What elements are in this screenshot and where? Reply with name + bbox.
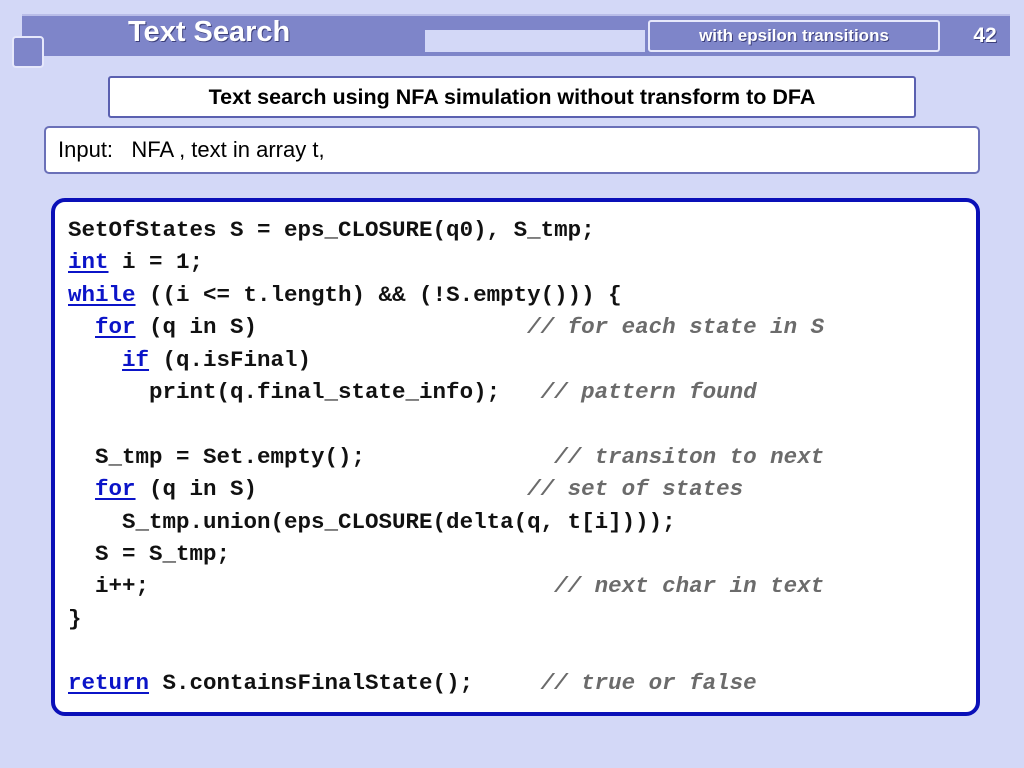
code-line: i++; // next char in text bbox=[68, 570, 824, 602]
code-text: ((i <= t.length) && (!S.empty())) { bbox=[135, 281, 622, 308]
page-number: 42 bbox=[973, 24, 997, 47]
code-keyword: while bbox=[68, 281, 136, 308]
slide-subtitle: with epsilon transitions bbox=[648, 20, 940, 52]
code-comment: // true or false bbox=[540, 670, 757, 697]
code-line: while ((i <= t.length) && (!S.empty())) … bbox=[68, 279, 824, 311]
code-comment: // set of states bbox=[527, 476, 744, 503]
code-line: SetOfStates S = eps_CLOSURE(q0), S_tmp; bbox=[68, 214, 824, 246]
code-line: S_tmp = Set.empty(); // transiton to nex… bbox=[68, 441, 824, 473]
input-description: Input: NFA , text in array t, bbox=[44, 126, 980, 174]
code-text: print(q.final_state_info); bbox=[68, 378, 501, 405]
slide-title: Text Search bbox=[128, 16, 291, 48]
code-text: i = 1; bbox=[108, 249, 204, 276]
code-keyword: for bbox=[95, 314, 136, 341]
code-keyword: int bbox=[68, 249, 109, 276]
code-line: for (q in S) // set of states bbox=[68, 473, 824, 505]
section-heading: Text search using NFA simulation without… bbox=[108, 76, 916, 118]
code-text: } bbox=[68, 605, 82, 632]
code-text: SetOfStates S = eps_CLOSURE(q0), S_tmp; bbox=[68, 217, 595, 243]
code-line: return S.containsFinalState(); // true o… bbox=[68, 667, 824, 699]
code-line: int i = 1; bbox=[68, 246, 824, 278]
corner-decoration bbox=[12, 36, 44, 68]
code-comment: // next char in text bbox=[554, 573, 825, 600]
code-line: print(q.final_state_info); // pattern fo… bbox=[68, 376, 824, 408]
header-bar-gap bbox=[425, 30, 645, 52]
code-line: for (q in S) // for each state in S bbox=[68, 311, 824, 343]
code-keyword: if bbox=[122, 346, 150, 373]
code-text: S = S_tmp; bbox=[68, 540, 231, 567]
code-text: (q in S) bbox=[135, 314, 258, 341]
code-comment: // for each state in S bbox=[527, 314, 825, 341]
code-text: (q.isFinal) bbox=[149, 346, 312, 373]
code-text: S_tmp.union(eps_CLOSURE(delta(q, t[i])))… bbox=[68, 508, 676, 535]
code-keyword: return bbox=[68, 670, 150, 697]
code-keyword: for bbox=[95, 476, 136, 503]
code-comment: // pattern found bbox=[540, 378, 757, 405]
code-line: S = S_tmp; bbox=[68, 538, 824, 570]
code-comment: // transiton to next bbox=[554, 443, 825, 470]
code-line: S_tmp.union(eps_CLOSURE(delta(q, t[i])))… bbox=[68, 506, 824, 538]
code-text: S_tmp = Set.empty(); bbox=[68, 443, 366, 470]
code-line: } bbox=[68, 603, 824, 635]
code-text: S.containsFinalState(); bbox=[149, 670, 474, 697]
code-text: (q in S) bbox=[135, 476, 258, 503]
code-text: i++; bbox=[68, 573, 150, 600]
code-listing: SetOfStates S = eps_CLOSURE(q0), S_tmp;i… bbox=[68, 214, 824, 700]
input-description-text: Input: NFA , text in array t, bbox=[58, 137, 325, 162]
code-line: if (q.isFinal) bbox=[68, 344, 824, 376]
